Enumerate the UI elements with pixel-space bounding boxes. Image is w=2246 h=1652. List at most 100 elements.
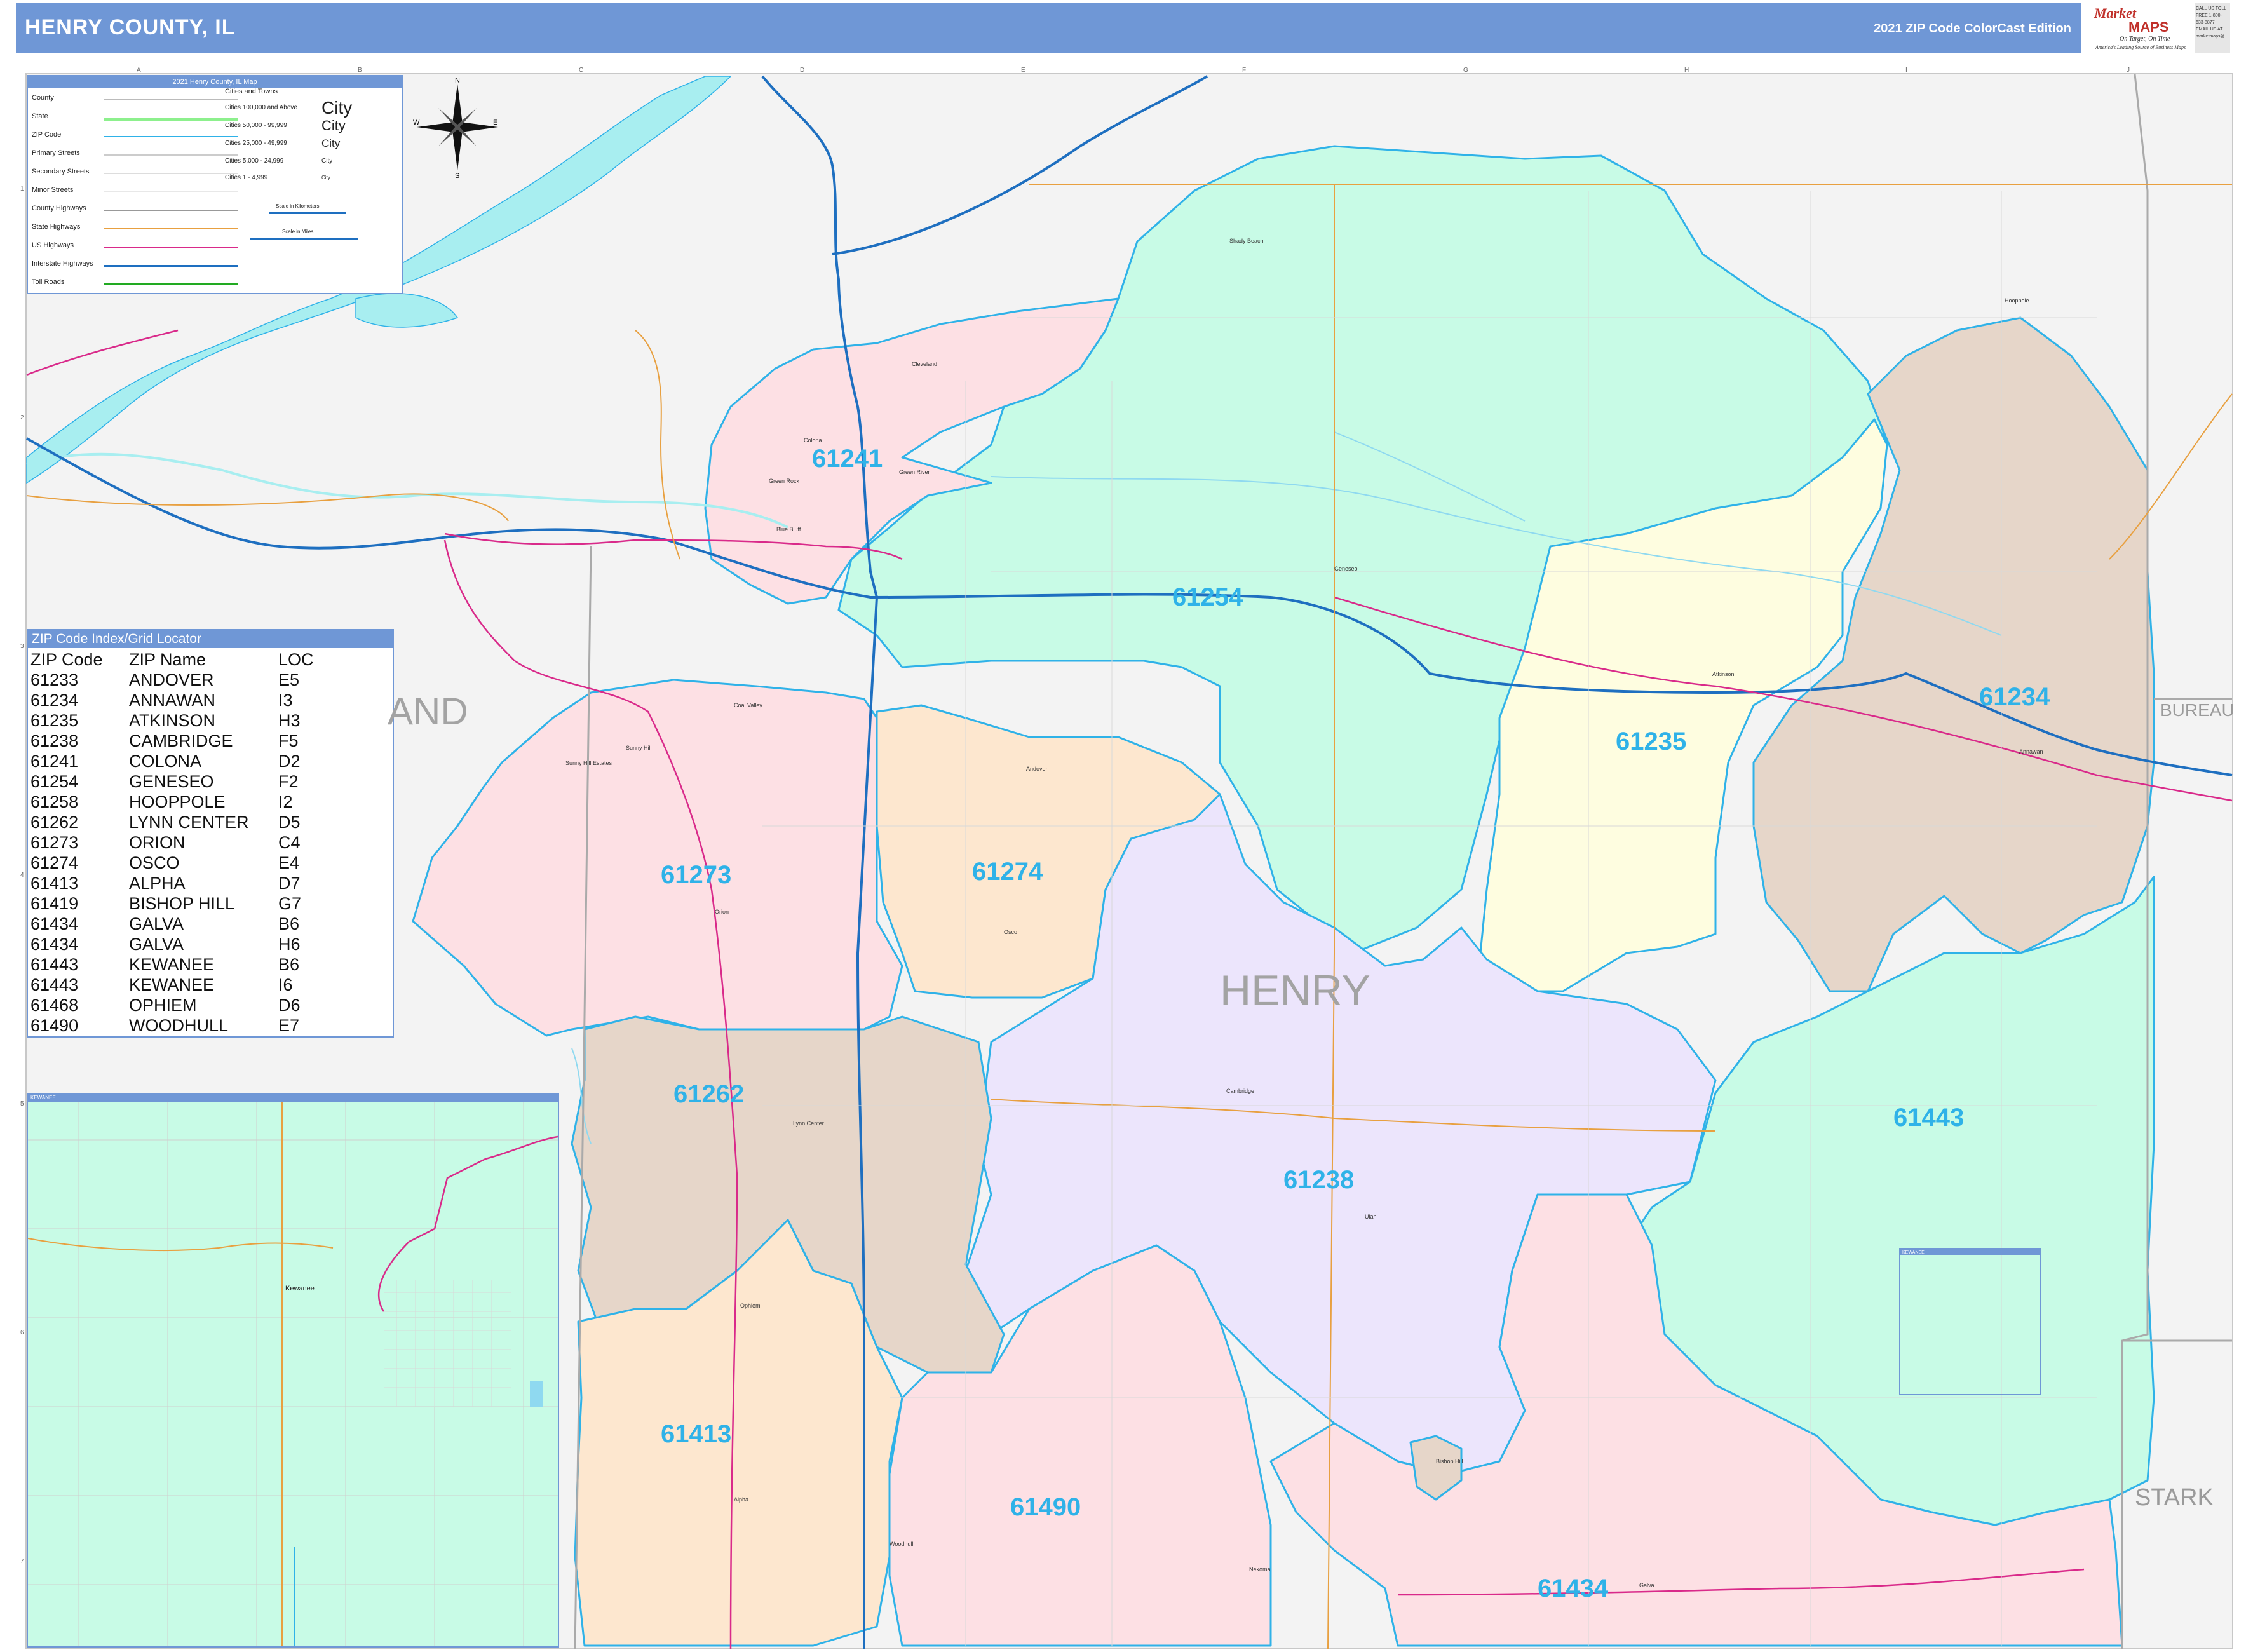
legend-interstate-swatch — [104, 265, 238, 267]
zip-cell-loc: E5 — [278, 670, 300, 689]
legend-toll: Toll Roads — [32, 278, 65, 286]
town-woodhull: Woodhull — [890, 1541, 914, 1547]
zip-index-row[interactable]: 61262 LYNN CENTER D5 — [30, 812, 329, 832]
zip-cell-code: 61258 — [30, 792, 79, 811]
zip-index-row[interactable]: 61235 ATKINSON H3 — [30, 710, 329, 731]
town-ulah: Ulah — [1365, 1214, 1377, 1220]
zip-index-row[interactable]: 61274 OSCO E4 — [30, 853, 329, 873]
zip-cell-loc: B6 — [278, 955, 300, 974]
legend-scale-km: Scale in Kilometers — [276, 203, 320, 209]
zip-cell-loc: E7 — [278, 1016, 300, 1035]
compass-rose: N S E W — [413, 77, 498, 178]
zip-index-row[interactable]: 61443 KEWANEE B6 — [30, 954, 329, 975]
legend-city-2: Cities 50,000 - 99,999 — [225, 122, 287, 129]
county-label-henry: HENRY — [1220, 966, 1370, 1015]
town-green-river: Green River — [899, 469, 930, 475]
zip-cell-code: 61443 — [30, 975, 79, 994]
zip-label-61273: 61273 — [661, 861, 732, 889]
legend-scale-mi-bar — [250, 238, 358, 240]
zip-cell-code: 61241 — [30, 752, 79, 771]
zip-cell-loc: H3 — [278, 711, 301, 730]
zip-index-row[interactable]: 61258 HOOPPOLE I2 — [30, 792, 329, 812]
zip-cell-code: 61274 — [30, 853, 79, 872]
zip-cell-loc: C4 — [278, 833, 301, 852]
legend-primary: Primary Streets — [32, 149, 80, 157]
zip-label-61234: 61234 — [1979, 683, 2050, 711]
zip-index-row[interactable]: 61443 KEWANEE I6 — [30, 975, 329, 995]
zip-index-row[interactable]: 61254 GENESEO F2 — [30, 771, 329, 792]
zip-index-row[interactable]: 61490 WOODHULL E7 — [30, 1015, 329, 1036]
grid-col-a: A — [137, 67, 141, 74]
zip-cell-name: OSCO — [129, 853, 180, 872]
zip-cell-name: BISHOP HILL — [129, 894, 235, 913]
grid-col-j: J — [2127, 67, 2130, 74]
zip-index-row[interactable]: 61413 ALPHA D7 — [30, 873, 329, 893]
zip-index-row[interactable]: 61238 CAMBRIDGE F5 — [30, 731, 329, 751]
kewanee-inset-map[interactable]: KEWANEE Kewanee — [27, 1093, 559, 1648]
zip-label-61443: 61443 — [1893, 1104, 1965, 1132]
zip-index-row[interactable]: 61468 OPHIEM D6 — [30, 995, 329, 1015]
legend-secondary: Secondary Streets — [32, 168, 90, 175]
legend-secondary-swatch — [104, 173, 238, 174]
grid-locator-top: A B C D E F G H I J — [137, 67, 2130, 74]
legend-state: State — [32, 112, 48, 120]
zip-index-row[interactable]: 61434 GALVA B6 — [30, 914, 329, 934]
grid-col-i: I — [1905, 67, 1907, 74]
town-hooppole: Hooppole — [2005, 297, 2029, 304]
town-cleveland: Cleveland — [912, 361, 938, 367]
legend-us-hwy: US Highways — [32, 241, 74, 249]
zip-index-row[interactable]: 61234 ANNAWAN I3 — [30, 690, 329, 710]
zip-index-row[interactable]: 61434 GALVA H6 — [30, 934, 329, 954]
zip-cell-code: 61234 — [30, 691, 79, 710]
legend-city-3-sample: City — [321, 137, 341, 149]
zip-cell-loc: D7 — [278, 874, 301, 893]
zip-cell-loc: F2 — [278, 772, 299, 791]
zip-cell-name: GENESEO — [129, 772, 214, 791]
zip-cell-code: 61468 — [30, 996, 79, 1015]
grid-row-5: 5 — [20, 1100, 24, 1107]
zip-label-61241: 61241 — [812, 445, 883, 473]
zip-cell-loc: H6 — [278, 935, 301, 954]
town-blue-bluff: Blue Bluff — [776, 526, 801, 532]
zip-cell-name: ANDOVER — [129, 670, 214, 689]
grid-row-4: 4 — [20, 872, 24, 879]
legend-us-hwy-swatch — [104, 247, 238, 248]
zip-index-rows: 61233 ANDOVER E5 61234 ANNAWAN I3 61235 ATKINSO… — [30, 670, 329, 1036]
grid-row-2: 2 — [20, 414, 24, 421]
zip-index-row[interactable]: 61419 BISHOP HILL G7 — [30, 893, 329, 914]
zip-col-code: ZIP Code — [30, 650, 103, 669]
grid-row-3: 3 — [20, 643, 24, 650]
zip-label-61238: 61238 — [1283, 1166, 1355, 1194]
zip-cell-code: 61434 — [30, 935, 79, 954]
legend-zip-swatch — [104, 136, 238, 137]
inset-canvas — [28, 1102, 558, 1646]
zip-cell-loc: G7 — [278, 894, 302, 913]
zip-cell-loc: E4 — [278, 853, 300, 872]
zip-label-61262: 61262 — [673, 1080, 745, 1108]
zip-index-row[interactable]: 61233 ANDOVER E5 — [30, 670, 329, 690]
town-galva: Galva — [1639, 1582, 1654, 1588]
town-coal-valley: Coal Valley — [734, 702, 762, 708]
zip-index-row[interactable]: 61273 ORION C4 — [30, 832, 329, 853]
town-sunny-hill: Sunny Hill — [626, 745, 652, 751]
legend-state-swatch — [104, 118, 238, 121]
zip-cell-name: LYNN CENTER — [129, 813, 249, 832]
zip-index-row[interactable]: 61241 COLONA D2 — [30, 751, 329, 771]
legend-county-hwy-swatch — [104, 210, 238, 211]
zip-cell-name: KEWANEE — [129, 975, 215, 994]
legend-state-hwy: State Highways — [32, 223, 81, 231]
small-inset-title: KEWANEE — [1902, 1250, 1925, 1255]
grid-col-g: G — [1463, 67, 1468, 74]
grid-locator-side: 1 2 3 4 5 6 7 — [20, 186, 24, 1565]
zip-cell-loc: I6 — [278, 975, 293, 994]
zip-cell-loc: B6 — [278, 914, 300, 933]
legend-interstate: Interstate Highways — [32, 260, 93, 267]
zip-code-index: ZIP Code Index/Grid Locator ZIP Code ZIP… — [27, 629, 394, 1038]
zip-label-61274: 61274 — [972, 858, 1043, 886]
zip-label-61413: 61413 — [661, 1420, 732, 1448]
legend-city-2-sample: City — [321, 118, 346, 133]
zip-cell-name: WOODHULL — [129, 1016, 229, 1035]
county-label-stark: STARK — [2135, 1484, 2214, 1511]
town-geneseo: Geneseo — [1334, 565, 1358, 572]
legend-zip: ZIP Code — [32, 131, 62, 139]
